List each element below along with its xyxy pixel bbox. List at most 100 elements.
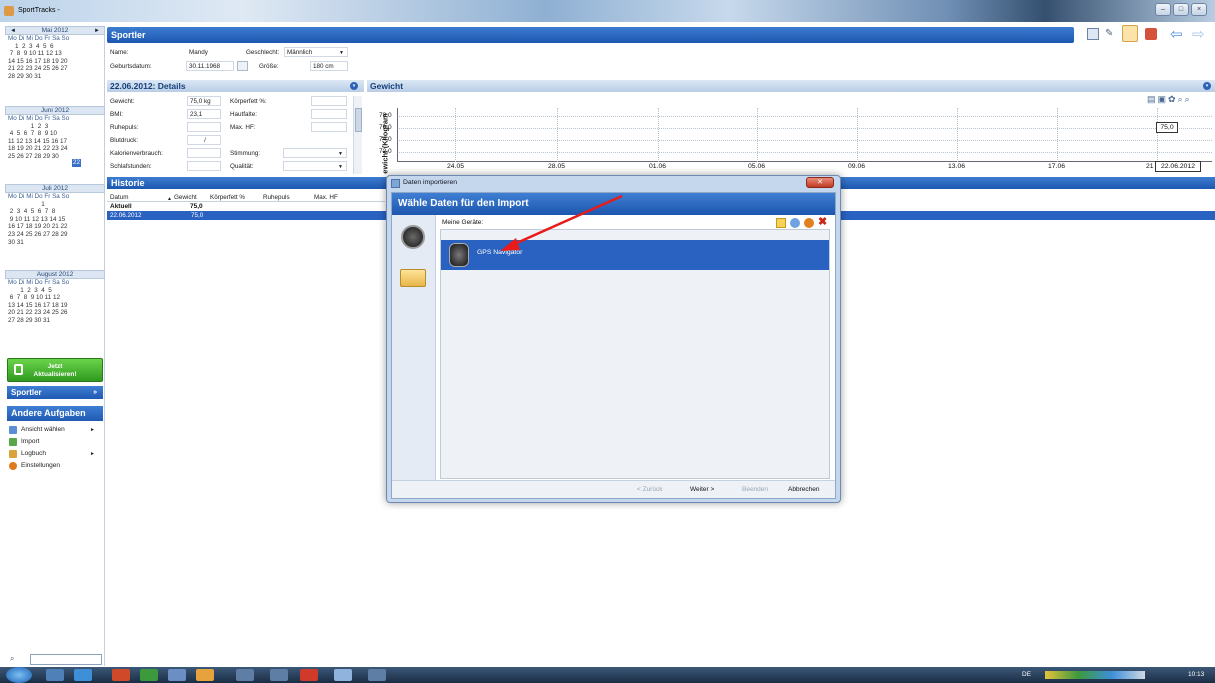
search-input[interactable] [30,654,102,665]
skinfold-field[interactable] [311,109,347,119]
taskbar-sporttracks-icon[interactable] [334,669,352,681]
chart-options-icon[interactable]: ▾ [1203,82,1211,90]
selected-day[interactable]: 22 [72,159,82,167]
birthdate-field[interactable]: 30.11.1968 [186,61,234,71]
calendar-week[interactable]: 6 7 8 9 10 11 12 [5,294,105,302]
delete-device-icon[interactable]: ✖ [818,215,827,228]
calendar-may[interactable]: ◄ Mai 2012 ► Mo Di Mi Do Fr Sa So 1 2 3 4 … [5,26,105,81]
favorite-star-icon[interactable] [776,218,786,228]
device-settings-icon[interactable] [804,218,814,228]
calendar-august[interactable]: August 2012 Mo Di Mi Do Fr Sa So 1 2 3 4… [5,270,105,325]
weight-chart[interactable]: ewicht (Kilogram 78,0 76,0 74,0 72,0 24.… [367,104,1215,176]
calendar-week[interactable]: 7 8 9 10 11 12 13 [5,50,105,58]
tools-icon[interactable]: ✎ [1105,28,1117,40]
bodyfat-field[interactable] [311,96,347,106]
task-logbook[interactable]: Logbuch ► [7,448,103,460]
zoom-out-icon[interactable]: ⌕ [1185,94,1192,104]
minimize-button[interactable]: – [1155,3,1171,16]
next-month-icon[interactable]: ► [94,27,100,35]
calendar-week[interactable]: 25 26 27 28 29 30 [5,153,105,161]
forward-arrow-icon[interactable]: ⇨ [1192,25,1205,43]
calendar-week[interactable]: 9 10 11 12 13 14 15 [5,216,105,224]
add-device-icon[interactable] [790,218,800,228]
calendar-week[interactable]: 1 2 3 4 5 6 [5,43,105,51]
taskbar-app-icon[interactable] [112,669,130,681]
scrollbar-thumb[interactable] [355,108,362,132]
calendar-week[interactable]: 11 12 13 14 15 16 17 [5,138,105,146]
calendar-week[interactable]: 20 21 22 23 24 25 26 [5,309,105,317]
taskbar-app-icon[interactable] [270,669,288,681]
clock[interactable]: 10:13 [1188,671,1204,678]
taskbar-app-icon[interactable] [236,669,254,681]
zoom-in-icon[interactable]: ⌕ [1178,94,1185,104]
task-view-select[interactable]: Ansicht wählen ► [7,424,103,436]
tasks-list: Ansicht wählen ► Import Logbuch ► Einstell… [7,424,103,472]
settings-icon[interactable]: ✿ [1168,94,1178,104]
calendar-week[interactable]: 27 28 29 30 31 [5,317,105,325]
calendar-week[interactable]: 4 5 6 7 8 9 10 [5,130,105,138]
taskbar-explorer-icon[interactable] [46,669,64,681]
chart-view-icon[interactable]: ▤ [1147,94,1158,104]
calendar-week[interactable]: 16 17 18 19 20 21 22 [5,223,105,231]
logbook-view-icon[interactable] [1145,28,1157,40]
taskbar-excel-icon[interactable] [140,669,158,681]
calendar-week[interactable]: 14 15 16 17 18 19 20 [5,58,105,66]
resting-hr-field[interactable] [187,122,221,132]
calendar-week[interactable]: 30 31 [5,239,105,247]
calendar-week[interactable]: 1 2 3 4 5 [5,287,105,295]
calendar-week[interactable]: 28 29 30 31 [5,73,105,81]
calendar-week[interactable]: 18 19 20 21 22 23 24 [5,145,105,153]
name-field[interactable]: Mandy [186,47,238,57]
watch-device-icon[interactable] [401,225,425,249]
calendar-week[interactable]: 2 3 4 5 6 7 8 [5,208,105,216]
details-scrollbar[interactable] [353,96,362,174]
back-button[interactable]: < Zurück [637,486,662,493]
task-settings[interactable]: Einstellungen [7,460,103,472]
calendar-june[interactable]: Juni 2012 Mo Di Mi Do Fr Sa So 1 2 3 4 5… [5,106,105,161]
taskbar-app-icon[interactable] [168,669,186,681]
start-button[interactable] [6,667,32,683]
taskbar-app-icon[interactable] [196,669,214,681]
grid-line [757,108,758,162]
taskbar-pdf-icon[interactable] [300,669,318,681]
gender-select[interactable]: Männlich ▼ [284,47,348,57]
calendar-month-label: August 2012 [36,271,74,278]
sportler-panel-header[interactable]: Sportler » [7,386,103,399]
calories-field[interactable] [187,148,221,158]
weight-field[interactable]: 75,0 kg [187,96,221,106]
calendar-picker-icon[interactable] [237,61,248,71]
maximize-button[interactable]: □ [1173,3,1189,16]
zoom-fit-icon[interactable]: ▣ [1158,94,1169,104]
mood-select[interactable]: ▼ [283,148,347,158]
calendar-july[interactable]: Juli 2012 Mo Di Mi Do Fr Sa So 1 2 3 4 5… [5,184,105,246]
calendar-week[interactable]: 13 14 15 16 17 18 19 [5,302,105,310]
window-titlebar: SportTracks - – □ × [0,0,1215,22]
collapse-icon[interactable]: » [93,386,97,399]
prev-month-icon[interactable]: ◄ [10,27,16,35]
cancel-button[interactable]: Abbrechen [788,486,819,493]
back-arrow-icon[interactable]: ⇦ [1170,25,1183,43]
tray-icons[interactable] [1045,671,1145,679]
details-options-icon[interactable]: ▾ [350,82,358,90]
calendar-week[interactable]: 1 2 3 [5,123,105,131]
finish-button[interactable]: Beenden [742,486,768,493]
quality-select[interactable]: ▼ [283,161,347,171]
blood-pressure-field[interactable]: / [187,135,221,145]
max-hr-field[interactable] [311,122,347,132]
next-button[interactable]: Weiter > [690,486,714,493]
calendar-week[interactable]: 1 [5,201,105,209]
height-field[interactable]: 180 cm [310,61,348,71]
language-indicator[interactable]: DE [1022,671,1031,678]
sleep-field[interactable] [187,161,221,171]
task-import[interactable]: Import [7,436,103,448]
update-now-button[interactable]: Jetzt Aktualisieren! [7,358,103,382]
close-button[interactable]: × [1191,3,1207,16]
calendar-week[interactable]: 21 22 23 24 25 26 27 [5,65,105,73]
taskbar-ie-icon[interactable] [74,669,92,681]
folder-icon[interactable] [400,269,426,287]
list-view-icon[interactable] [1087,28,1099,40]
dialog-close-button[interactable]: ✕ [806,177,834,188]
taskbar-app-icon[interactable] [368,669,386,681]
calendar-week[interactable]: 23 24 25 26 27 28 29 [5,231,105,239]
athlete-icon[interactable] [1122,25,1138,42]
